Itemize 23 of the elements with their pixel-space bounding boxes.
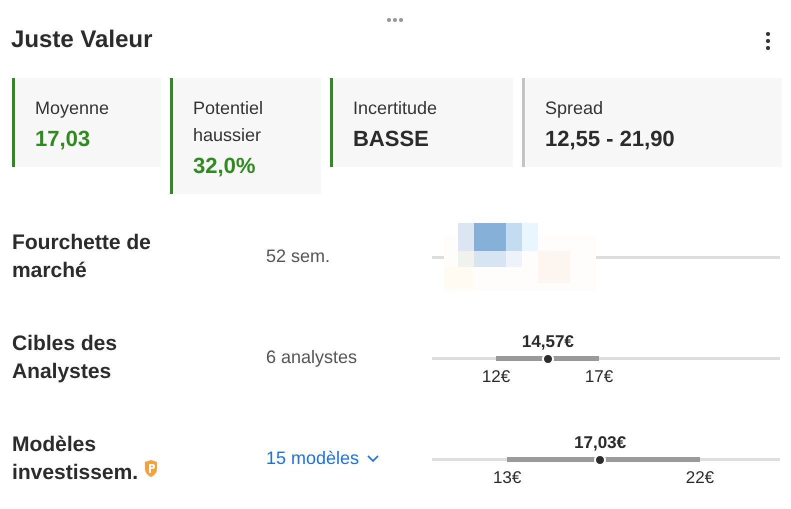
metric-label: Incertitude — [353, 97, 438, 120]
metric-value: 17,03 — [35, 125, 92, 153]
chevron-icon — [367, 454, 380, 462]
high-label: 17€ — [584, 366, 614, 386]
row-detail: 52 sem. — [266, 246, 330, 266]
value-label: 17,03€ — [574, 432, 626, 452]
metric-value: BASSE — [353, 125, 430, 153]
metric-label: Moyenne — [35, 97, 110, 120]
metric-value: 12,55 - 21,90 — [545, 125, 675, 153]
low-label: 13€ — [492, 468, 522, 488]
row-label: Fourchette de marché — [12, 230, 152, 284]
models-dropdown[interactable]: 15 modèles — [266, 448, 380, 469]
row-detail: 6 analystes — [266, 347, 358, 367]
widget-title: Juste Valeur — [11, 25, 152, 55]
row-label: Modèles investissem. — [12, 432, 138, 484]
high-label: 22€ — [686, 468, 714, 488]
drag-handle-icon[interactable] — [386, 17, 404, 23]
metric-value: 32,0% — [193, 152, 256, 180]
value-label: 14,57€ — [522, 332, 574, 352]
metric-label: Potentiel haussier — [193, 97, 264, 147]
low-label: 12€ — [482, 366, 510, 386]
row-label: Cibles des Analystes — [12, 330, 118, 384]
metric-label: Spread — [545, 97, 604, 120]
